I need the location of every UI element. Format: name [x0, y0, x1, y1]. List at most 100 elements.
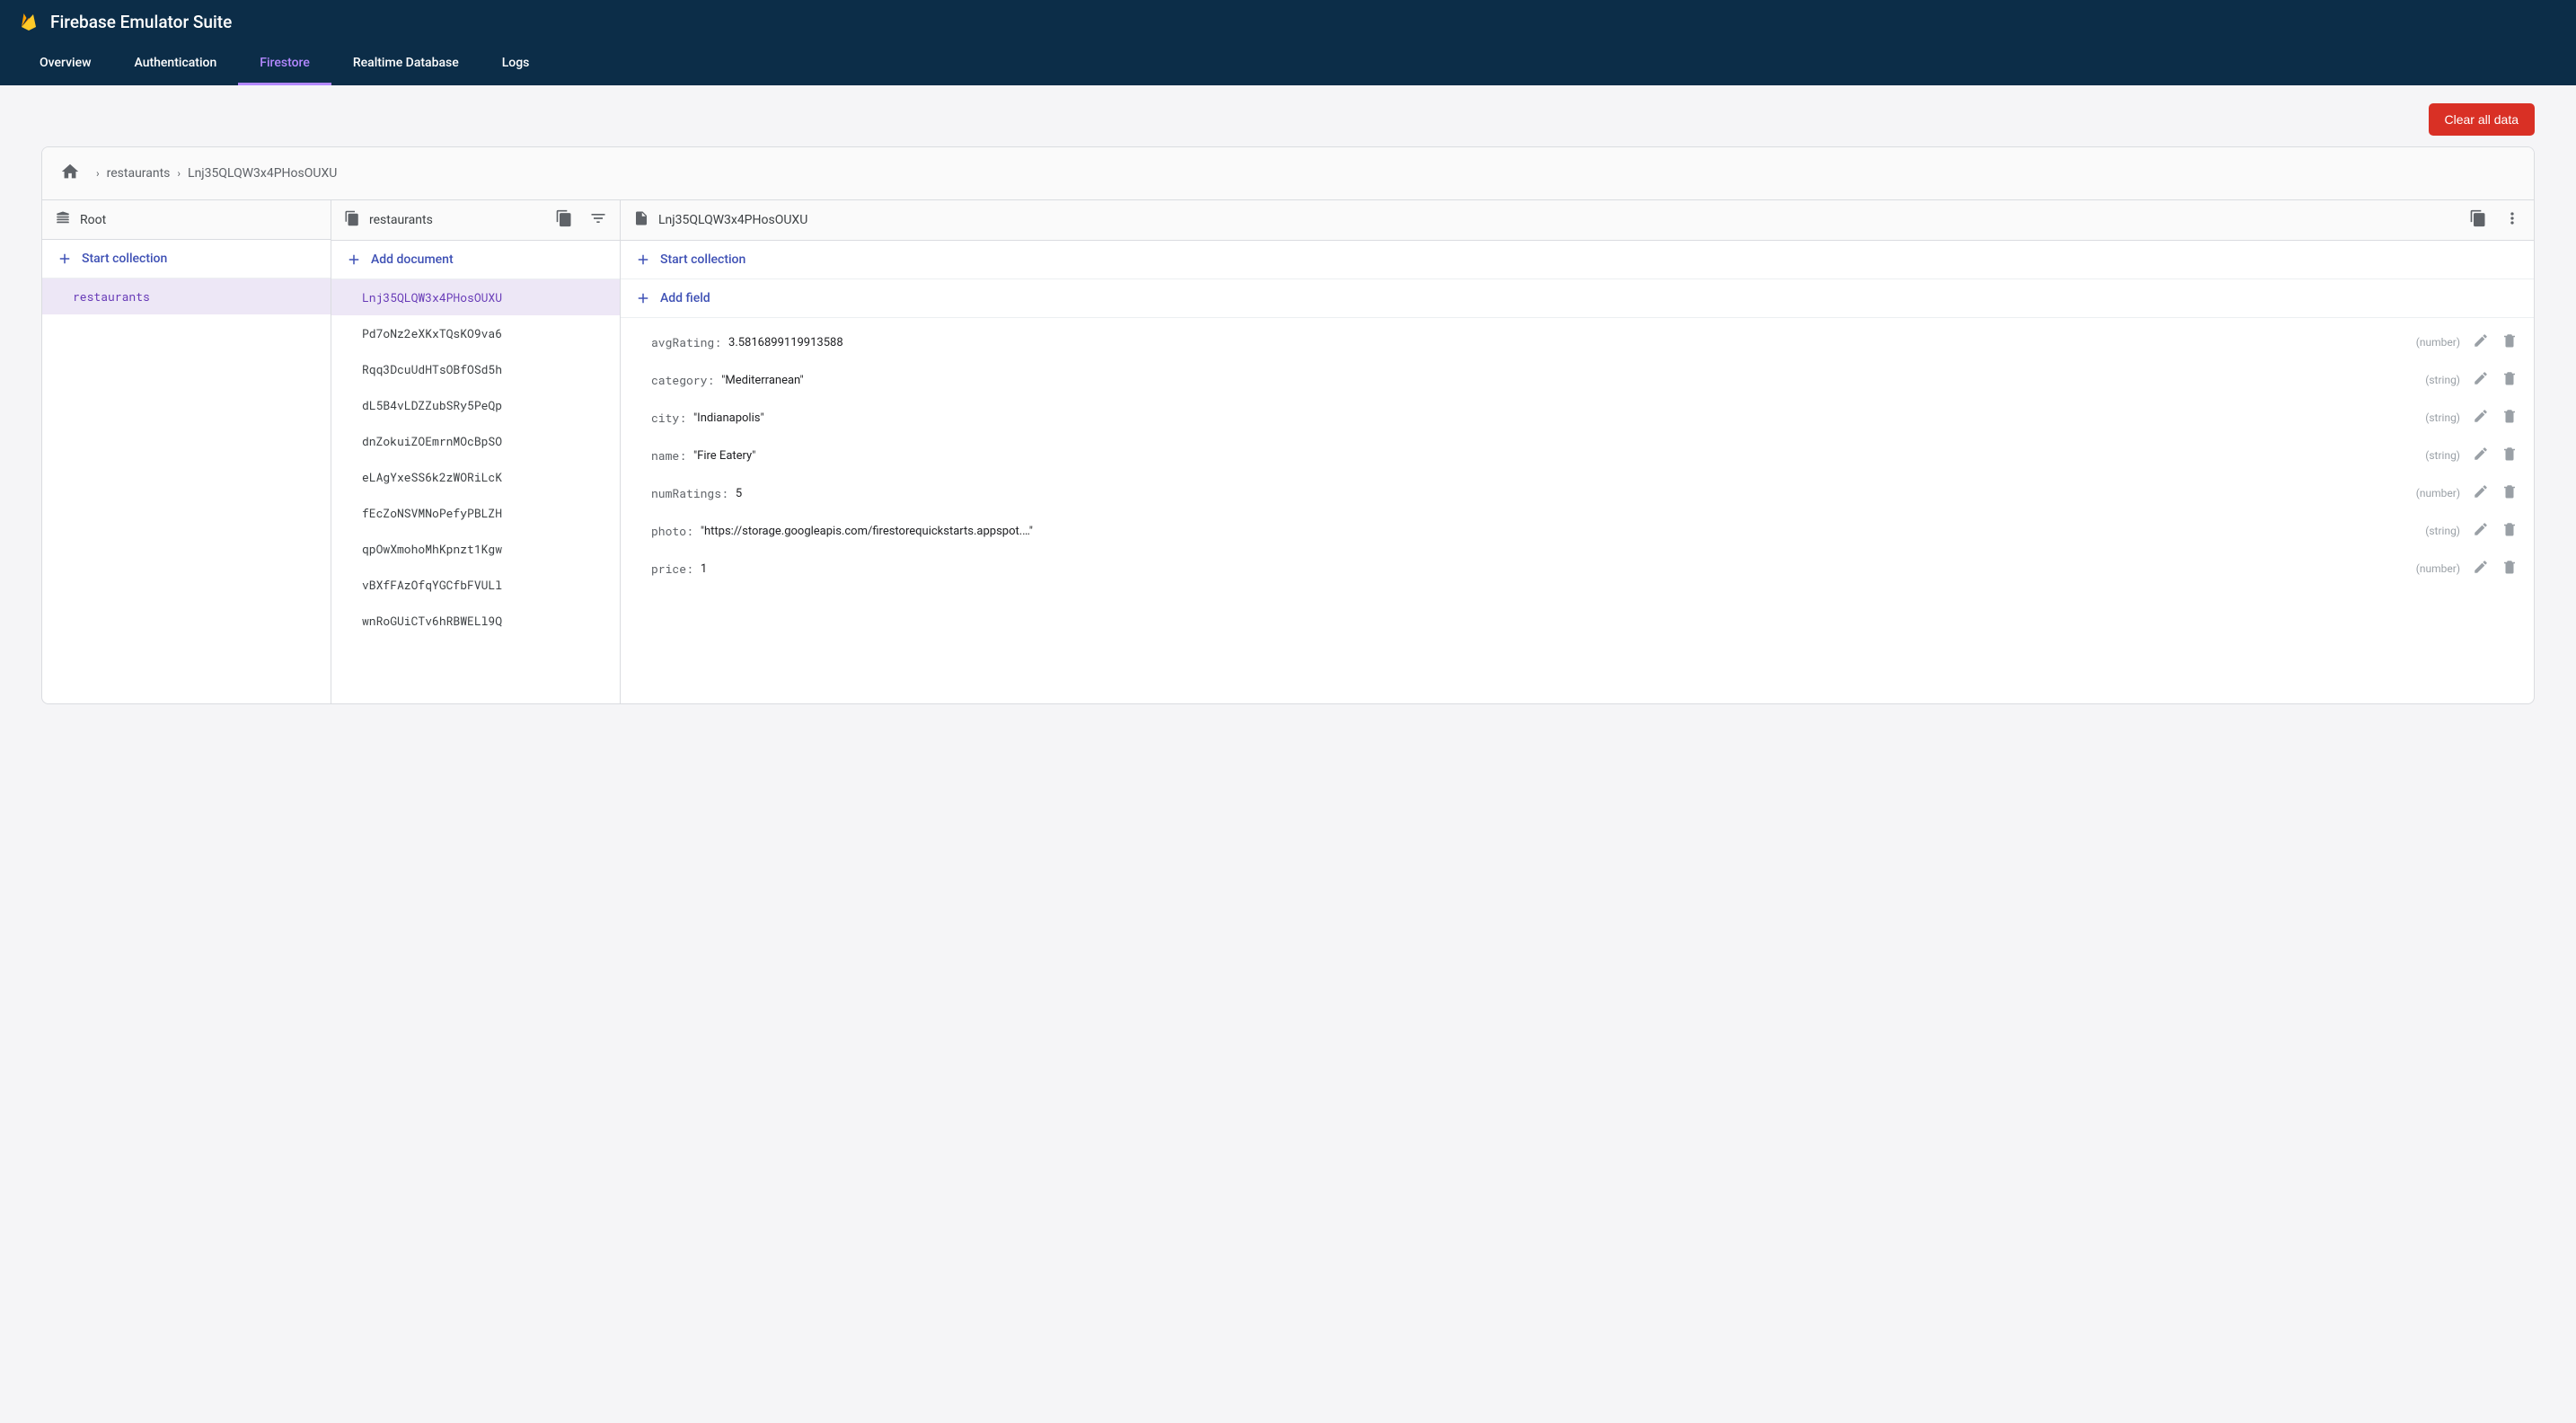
start-collection-label: Start collection — [82, 252, 167, 266]
document-item[interactable]: vBXfFAzOfqYGCfbFVULl — [331, 567, 620, 603]
edit-icon[interactable] — [2473, 408, 2489, 428]
field-value: "Mediterranean" — [721, 374, 804, 387]
filter-icon[interactable] — [589, 209, 607, 231]
firestore-panel: ›restaurants›Lnj35QLQW3x4PHosOUXU Root S… — [41, 146, 2535, 704]
field-row[interactable]: name: "Fire Eatery" (string) — [621, 437, 2534, 474]
field-row[interactable]: numRatings: 5 (number) — [621, 474, 2534, 512]
field-value: 3.5816899119913588 — [728, 336, 843, 349]
document-item[interactable]: Rqq3DcuUdHTsOBfOSd5h — [331, 351, 620, 387]
delete-icon[interactable] — [2501, 559, 2518, 579]
tab-overview[interactable]: Overview — [18, 43, 112, 85]
field-type: (number) — [2416, 487, 2460, 499]
app-header: Firebase Emulator Suite OverviewAuthenti… — [0, 0, 2576, 85]
document-item[interactable]: eLAgYxeSS6k2zWORiLcK — [331, 459, 620, 495]
edit-icon[interactable] — [2473, 559, 2489, 579]
field-type: (string) — [2425, 411, 2460, 424]
field-key: numRatings: — [651, 485, 728, 501]
root-label: Root — [80, 213, 318, 227]
document-item[interactable]: wnRoGUiCTv6hRBWELl9Q — [331, 603, 620, 639]
start-subcollection-label: Start collection — [660, 252, 745, 267]
delete-icon[interactable] — [2501, 521, 2518, 541]
document-detail-column: Lnj35QLQW3x4PHosOUXU Start collection Ad… — [621, 200, 2534, 703]
document-item[interactable]: dnZokuiZOEmrnMOcBpSO — [331, 423, 620, 459]
home-icon[interactable] — [60, 162, 80, 185]
field-value: "https://storage.googleapis.com/firestor… — [701, 525, 1033, 538]
collection-name-label: restaurants — [369, 213, 546, 227]
field-type: (number) — [2416, 336, 2460, 349]
tab-realtime-database[interactable]: Realtime Database — [331, 43, 481, 85]
collections-list: restaurants — [42, 278, 331, 703]
database-icon — [55, 210, 71, 230]
field-type: (number) — [2416, 562, 2460, 575]
plus-icon — [57, 251, 73, 267]
field-row[interactable]: photo: "https://storage.googleapis.com/fi… — [621, 512, 2534, 550]
document-item[interactable]: Lnj35QLQW3x4PHosOUXU — [331, 279, 620, 315]
field-row[interactable]: category: "Mediterranean" (string) — [621, 361, 2534, 399]
app-title: Firebase Emulator Suite — [50, 12, 232, 32]
edit-icon[interactable] — [2473, 446, 2489, 465]
documents-column: restaurants Add document Lnj35QLQW3x4PHo… — [331, 200, 621, 703]
document-id-label: Lnj35QLQW3x4PHosOUXU — [658, 213, 2460, 227]
fields-list: avgRating: 3.5816899119913588 (number) cate… — [621, 318, 2534, 703]
copy-icon[interactable] — [2469, 209, 2487, 231]
documents-column-header: restaurants — [331, 200, 620, 241]
tab-authentication[interactable]: Authentication — [112, 43, 238, 85]
clear-all-data-button[interactable]: Clear all data — [2429, 103, 2536, 136]
breadcrumb-item[interactable]: restaurants — [107, 166, 171, 181]
field-row[interactable]: price: 1 (number) — [621, 550, 2534, 588]
add-document-button[interactable]: Add document — [331, 241, 620, 279]
field-value: "Fire Eatery" — [693, 449, 755, 463]
field-type: (string) — [2425, 525, 2460, 537]
delete-icon[interactable] — [2501, 483, 2518, 503]
document-item[interactable]: qpOwXmohoMhKpnzt1Kgw — [331, 531, 620, 567]
document-detail-header: Lnj35QLQW3x4PHosOUXU — [621, 200, 2534, 241]
tab-firestore[interactable]: Firestore — [238, 43, 331, 85]
collection-icon — [344, 210, 360, 230]
field-key: photo: — [651, 523, 693, 539]
firebase-logo-icon — [18, 11, 40, 32]
field-key: category: — [651, 372, 714, 388]
delete-icon[interactable] — [2501, 408, 2518, 428]
add-field-label: Add field — [660, 291, 710, 305]
document-item[interactable]: Pd7oNz2eXKxTQsKO9va6 — [331, 315, 620, 351]
add-document-label: Add document — [371, 252, 454, 267]
plus-icon — [635, 252, 651, 268]
collection-item[interactable]: restaurants — [42, 278, 331, 314]
field-value: 1 — [701, 562, 707, 576]
edit-icon[interactable] — [2473, 370, 2489, 390]
field-key: name: — [651, 447, 686, 464]
copy-icon[interactable] — [555, 209, 573, 231]
start-subcollection-button[interactable]: Start collection — [621, 241, 2534, 279]
document-item[interactable]: dL5B4vLDZZubSRy5PeQp — [331, 387, 620, 423]
start-collection-button[interactable]: Start collection — [42, 240, 331, 278]
breadcrumb-item[interactable]: Lnj35QLQW3x4PHosOUXU — [188, 166, 337, 181]
tab-logs[interactable]: Logs — [481, 43, 551, 85]
field-value: 5 — [736, 487, 742, 500]
more-menu-icon[interactable] — [2503, 209, 2521, 231]
delete-icon[interactable] — [2501, 370, 2518, 390]
chevron-right-icon: › — [177, 167, 181, 180]
field-key: city: — [651, 410, 686, 426]
breadcrumb: ›restaurants›Lnj35QLQW3x4PHosOUXU — [42, 147, 2534, 200]
edit-icon[interactable] — [2473, 521, 2489, 541]
field-key: avgRating: — [651, 334, 721, 350]
field-row[interactable]: city: "Indianapolis" (string) — [621, 399, 2534, 437]
plus-icon — [635, 290, 651, 306]
delete-icon[interactable] — [2501, 332, 2518, 352]
field-type: (string) — [2425, 449, 2460, 462]
toolbar: Clear all data — [0, 85, 2576, 146]
plus-icon — [346, 252, 362, 268]
add-field-button[interactable]: Add field — [621, 279, 2534, 318]
edit-icon[interactable] — [2473, 332, 2489, 352]
document-icon — [633, 210, 649, 230]
root-column-header: Root — [42, 200, 331, 240]
nav-tabs: OverviewAuthenticationFirestoreRealtime … — [0, 43, 2576, 85]
edit-icon[interactable] — [2473, 483, 2489, 503]
field-value: "Indianapolis" — [693, 411, 764, 425]
field-row[interactable]: avgRating: 3.5816899119913588 (number) — [621, 323, 2534, 361]
delete-icon[interactable] — [2501, 446, 2518, 465]
field-type: (string) — [2425, 374, 2460, 386]
documents-list: Lnj35QLQW3x4PHosOUXUPd7oNz2eXKxTQsKO9va6… — [331, 279, 620, 703]
field-key: price: — [651, 561, 693, 577]
document-item[interactable]: fEcZoNSVMNoPefyPBLZH — [331, 495, 620, 531]
